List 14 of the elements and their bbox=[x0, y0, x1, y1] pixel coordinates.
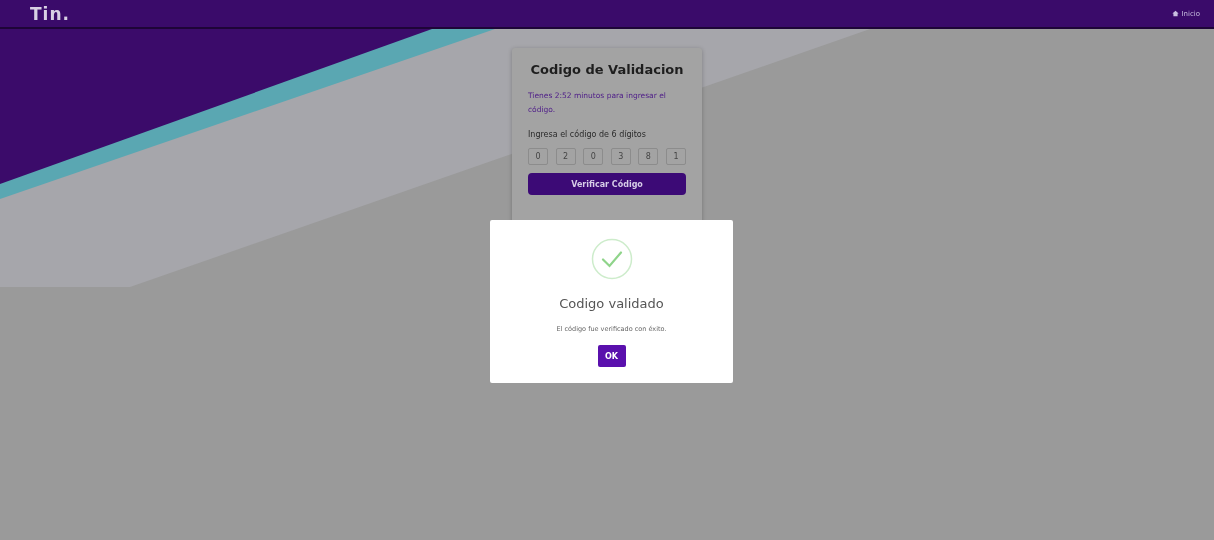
card-title: Codigo de Validacion bbox=[529, 62, 685, 77]
ok-button[interactable]: OK bbox=[597, 345, 626, 367]
home-icon bbox=[1172, 10, 1180, 17]
logo: Tin. bbox=[30, 3, 70, 24]
dialog-title: Codigo validado bbox=[559, 296, 664, 311]
digit-field[interactable]: 2 bbox=[555, 148, 576, 165]
digit-field[interactable]: 3 bbox=[610, 148, 631, 165]
digit-field[interactable]: 1 bbox=[665, 148, 686, 165]
digits-label: Ingresa el código de 6 dígitos bbox=[528, 130, 647, 139]
verify-button[interactable]: Verificar Código bbox=[528, 173, 686, 195]
digit-field[interactable]: 0 bbox=[583, 148, 604, 165]
check-circle-icon bbox=[590, 238, 633, 280]
digit-field[interactable]: 8 bbox=[638, 148, 659, 165]
digit-field[interactable]: 0 bbox=[528, 148, 548, 165]
